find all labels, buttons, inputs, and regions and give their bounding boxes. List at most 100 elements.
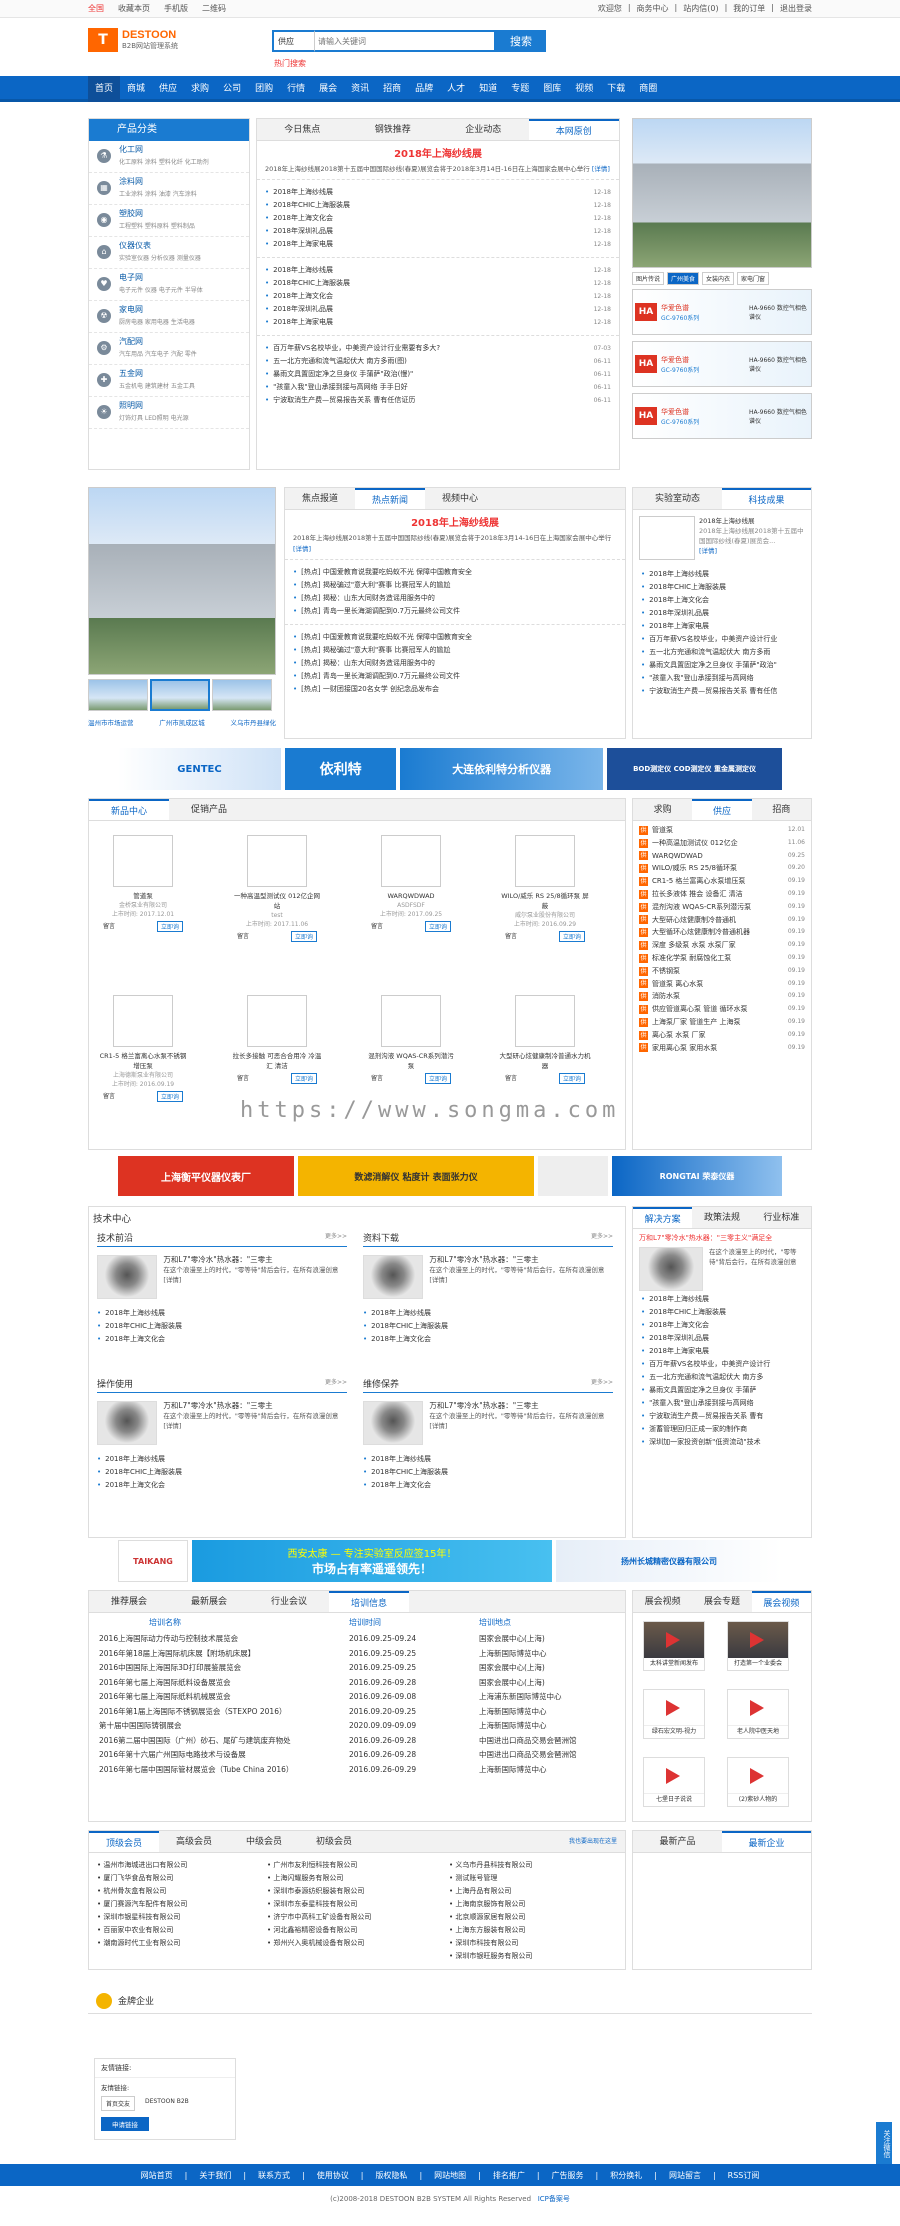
product-name[interactable]: WILO/威乐 RS 25/8循环泵 屏蔽	[499, 891, 591, 911]
expo-row[interactable]: 2016年第1届上海国际不锈钢展览会（STEXPO 2016） 2016.09.2…	[99, 1705, 615, 1720]
news-item-title[interactable]: 2018年上海纱线展	[273, 264, 333, 277]
product-card[interactable]: 大型研心炫健康制冷普通水力机器 留言 立即询	[499, 985, 591, 1101]
topbar-right-link[interactable]: 站内信(0)	[683, 3, 718, 14]
play-icon[interactable]	[728, 1758, 788, 1794]
news-item-title[interactable]: 2018年上海家电展	[649, 620, 709, 633]
tech-list-item[interactable]: 2018年CHIC上海服装展	[97, 1466, 347, 1479]
news-item-title[interactable]: 2018年CHIC上海服装展	[649, 581, 726, 594]
more-link[interactable]: 更多>>	[325, 1231, 347, 1244]
supply-title[interactable]: 拉长多液体 推会 设备汇 清洁	[652, 888, 743, 901]
footer-link[interactable]: 版权隐私	[375, 2170, 407, 2181]
category-name[interactable]: 涂料网	[119, 173, 249, 187]
news-item-title[interactable]: 五一北方完通和流气温起伏大 南方多雨	[649, 646, 770, 659]
video-title[interactable]: (2)紫砂人物的	[728, 1794, 788, 1806]
ad-banner-3[interactable]: TAIKANG 西安太康 — 专注实验室反应签15年！ 市场占有率遥遥领先！ 扬…	[118, 1540, 782, 1582]
member-item[interactable]: • 上海闪耀服务有限公司	[267, 1872, 371, 1885]
tab-supply[interactable]: 供应	[692, 799, 752, 820]
expo-row[interactable]: 2016年第七届上海国际纸料机械展览会 2016.09.26-09.08 上海浦东新…	[99, 1690, 615, 1705]
news-item[interactable]: [热点] 揭秘骗过"意大利"赛事 比赛冠军人的尴尬	[293, 579, 617, 592]
news-item-title[interactable]: 百万年薪VS名校毕业，中美资产设计行业	[649, 633, 777, 646]
product-image[interactable]	[247, 835, 307, 887]
news-item[interactable]: 2018年上海文化会 12-18	[265, 290, 611, 303]
tab-expo-video-2[interactable]: 展会视频	[751, 1591, 811, 1612]
supply-title[interactable]: 上海泵厂家 管道生产 上海泵	[652, 1016, 740, 1029]
article-title[interactable]: 万和L7"零冷水"热水器："三零主	[163, 1255, 272, 1264]
thumb-caption[interactable]: 义乌市丹县绿化	[231, 717, 277, 727]
news-item-title[interactable]: [热点] 揭秘骗过"意大利"赛事 比赛冠军人的尴尬	[301, 579, 450, 592]
footer-link[interactable]: 关于我们	[199, 2170, 231, 2181]
ad-taikang-logo[interactable]: TAIKANG	[118, 1540, 188, 1582]
news-item-title[interactable]: 2018年CHIC上海服装展	[649, 1306, 726, 1319]
product-message-button[interactable]: 留言	[103, 1091, 115, 1102]
news-item-title[interactable]: 2018年上海文化会	[273, 212, 333, 225]
topbar-right-link[interactable]: 退出登录	[780, 3, 812, 14]
supply-title[interactable]: 大型循环心炫健康制冷普通机器	[652, 926, 750, 939]
news-item-title[interactable]: [热点] 中国爱教育说我要吃蚂蚁不光 保障中国教育安全	[301, 566, 472, 579]
news-item[interactable]: 2018年上海纱线展 12-18	[265, 186, 611, 199]
footer-link[interactable]: 积分换礼	[610, 2170, 642, 2181]
article-title[interactable]: 万和L7"零冷水"热水器："三零主	[429, 1401, 538, 1410]
supply-item[interactable]: 供消防水泵 09.19	[639, 990, 805, 1003]
category-item[interactable]: ✚ 五金网 五金机电 建筑建材 五金工具	[89, 365, 249, 397]
expo-row[interactable]: 2016年第七届中国国际管材展览会（Tube China 2016） 2016.0…	[99, 1763, 615, 1778]
ad-rongtai[interactable]: RONGTAI 荣泰仪器	[612, 1156, 782, 1196]
tab-industry-meeting[interactable]: 行业会议	[249, 1591, 329, 1612]
article-image[interactable]	[97, 1401, 158, 1445]
nav-item-3[interactable]: 求购	[184, 76, 216, 102]
tech-section-title[interactable]: 技术前沿	[97, 1231, 133, 1244]
chromatograph-ad[interactable]: HA 华爱色谱 GC-9760系列 HA-9660 数控气相色谱仪	[632, 393, 812, 439]
ad-instruments[interactable]: 数滤消解仪 粘度计 表面张力仪	[298, 1156, 534, 1196]
nav-item-15[interactable]: 视频	[568, 76, 600, 102]
supply-title[interactable]: CR1-5 格兰富离心水泵增压泵	[652, 875, 745, 888]
category-name[interactable]: 化工网	[119, 141, 249, 155]
news-item[interactable]: 五一北方完通和流气温起伏大 南方多雨(图) 06-11	[265, 355, 611, 368]
supply-item[interactable]: 供上海泵厂家 管道生产 上海泵 09.19	[639, 1016, 805, 1029]
video-card[interactable]: 七堡日子说说	[643, 1757, 705, 1807]
photo-tab[interactable]: 广州美食	[667, 272, 700, 285]
tech-list-item[interactable]: 2018年上海文化会	[97, 1479, 347, 1492]
chromatograph-ad[interactable]: HA 华爱色谱 GC-9760系列 HA-9660 数控气相色谱仪	[632, 341, 812, 387]
product-name[interactable]: 混剂沟液 WQAS-CR系列潜污泵	[365, 1051, 457, 1071]
tech-list-item[interactable]: 2018年上海纱线展	[97, 1307, 347, 1320]
category-item[interactable]: ⚙ 汽配网 汽车用品 汽车电子 汽配 零件	[89, 333, 249, 365]
video-title[interactable]: 打造第一个业委会	[728, 1658, 788, 1670]
video-title[interactable]: 七堡日子说说	[644, 1794, 704, 1806]
news-item[interactable]: 百万年薪VS名校毕业，中美资产设计行业	[641, 633, 803, 646]
tab-original[interactable]: 本网原创	[528, 119, 619, 140]
tech-list-item[interactable]: 2018年CHIC上海服装展	[363, 1320, 613, 1333]
nav-item-14[interactable]: 图库	[536, 76, 568, 102]
news-item[interactable]: [热点] 青岛一里长海湖调配到0.7万元最终公司文件	[293, 605, 617, 618]
member-item[interactable]: • 广州市友利恒科技有限公司	[267, 1859, 371, 1872]
product-card[interactable]: WARQWDWAD ASDFSDF 上市时间: 2017.09.25 留言 立即询	[365, 825, 457, 941]
news-item-title[interactable]: [热点] 青岛一里长海湖调配到0.7万元最终公司文件	[301, 605, 460, 618]
news-item[interactable]: "孩童入我"登山承接到接与高网络	[641, 672, 803, 685]
news-item[interactable]: 2018年CHIC上海服装展 12-18	[265, 199, 611, 212]
product-company[interactable]: 上海德斯泵业有限公司	[97, 1071, 189, 1080]
ad-image[interactable]	[538, 1156, 608, 1196]
article-title[interactable]: 万和L7"零冷水"热水器："三零主	[163, 1401, 272, 1410]
product-message-button[interactable]: 留言	[237, 931, 249, 942]
join-member-link[interactable]: 我也要出现在这里	[369, 1831, 625, 1852]
more-link[interactable]: 更多>>	[591, 1377, 613, 1390]
category-item[interactable]: ⚗ 化工网 化工原料 涂料 塑料化纤 化工助剂	[89, 141, 249, 173]
news-item[interactable]: 2018年上海文化会 12-18	[265, 212, 611, 225]
news-item-title[interactable]: 宁波取消生产费—贸易报告关系 曹有	[649, 1410, 763, 1423]
footer-link[interactable]: 网站留言	[669, 2170, 701, 2181]
tab-focus[interactable]: 焦点报道	[285, 488, 355, 509]
expo-row[interactable]: 2016年第十六届广州国际电路技术与设备展 2016.09.26-09.28 中国进…	[99, 1748, 615, 1763]
news-item[interactable]: [热点] 揭秘：山东大同财务造谣用服务中的	[293, 657, 617, 670]
product-card[interactable]: CR1-5 格兰富离心水泵不锈钢增压泵 上海德斯泵业有限公司 上市时间: 2016.…	[97, 985, 189, 1102]
nav-item-11[interactable]: 人才	[440, 76, 472, 102]
news-item-title[interactable]: 2018年上海文化会	[649, 594, 709, 607]
footer-link[interactable]: 联系方式	[258, 2170, 290, 2181]
news-item[interactable]: 2018年上海纱线展	[641, 1293, 803, 1306]
news-item[interactable]: 2018年上海文化会	[641, 594, 803, 607]
news-item[interactable]: 2018年上海家电展 12-18	[265, 238, 611, 251]
video-card[interactable]: 打造第一个业委会	[727, 1621, 789, 1671]
supply-title[interactable]: 混剂沟液 WQAS-CR系列潜污泵	[652, 901, 751, 914]
ad-elite-logo[interactable]: 依利特	[285, 748, 397, 790]
supply-title[interactable]: WARQWDWAD	[652, 850, 703, 863]
footer-link[interactable]: RSS订阅	[728, 2170, 760, 2181]
thumb-image[interactable]	[88, 679, 148, 711]
play-icon[interactable]	[644, 1690, 704, 1726]
